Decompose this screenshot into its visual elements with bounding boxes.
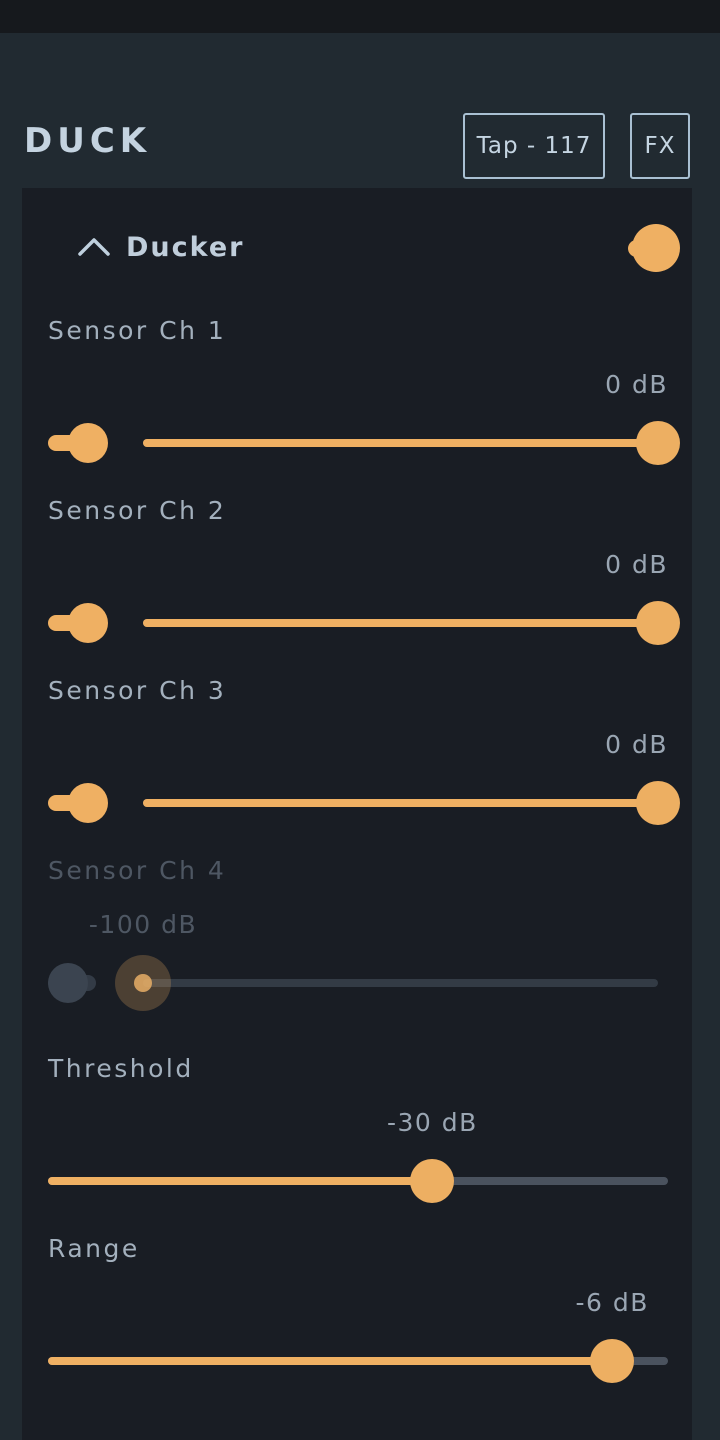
parameter-row: Sensor Ch 2 0 dB bbox=[22, 496, 692, 656]
slider-thumb[interactable] bbox=[636, 781, 680, 825]
toggle-knob bbox=[68, 783, 108, 823]
parameter-row: Sensor Ch 3 0 dB bbox=[22, 676, 692, 836]
slider-thumb[interactable] bbox=[410, 1159, 455, 1203]
slider-fill bbox=[143, 799, 658, 807]
parameter-label: Sensor Ch 4 bbox=[48, 856, 227, 885]
parameter-slider[interactable] bbox=[143, 600, 680, 646]
section-title: Ducker bbox=[126, 232, 245, 263]
app-header: DUCK Tap - 117 FX bbox=[0, 33, 720, 188]
tap-tempo-button[interactable]: Tap - 117 bbox=[463, 113, 605, 179]
parameter-slider[interactable] bbox=[143, 420, 680, 466]
parameter-slider[interactable] bbox=[115, 955, 658, 1011]
toggle-knob bbox=[632, 224, 680, 272]
parameter-label: Range bbox=[48, 1234, 140, 1263]
page-title: DUCK bbox=[24, 121, 152, 161]
channel-enable-toggle[interactable] bbox=[48, 776, 118, 830]
slider-thumb[interactable] bbox=[636, 601, 680, 645]
slider-fill bbox=[143, 619, 658, 627]
slider-fill bbox=[48, 1357, 613, 1365]
parameter-label: Sensor Ch 3 bbox=[48, 676, 227, 705]
parameter-row: Range -6 dB bbox=[22, 1234, 692, 1394]
parameter-value: 0 dB bbox=[605, 550, 668, 579]
section-header: Ducker bbox=[22, 188, 692, 316]
parameter-label: Sensor Ch 2 bbox=[48, 496, 227, 525]
ducker-panel: Ducker Sensor Ch 10 dB Sensor Ch 20 dB Sen… bbox=[22, 188, 692, 1440]
parameter-row: Sensor Ch 1 0 dB bbox=[22, 316, 692, 476]
parameter-label: Threshold bbox=[48, 1054, 194, 1083]
channel-enable-toggle[interactable] bbox=[48, 956, 118, 1010]
fx-button[interactable]: FX bbox=[630, 113, 690, 179]
toggle-knob bbox=[48, 963, 88, 1003]
slider-fill bbox=[143, 439, 658, 447]
chevron-up-icon[interactable] bbox=[70, 224, 118, 272]
slider-fill bbox=[48, 1177, 433, 1185]
slider-track bbox=[143, 979, 658, 987]
app-root: DUCK Tap - 117 FX Ducker Sensor Ch 1 0 dB… bbox=[0, 0, 720, 1440]
parameter-row: Sensor Ch 4 -100 dB bbox=[22, 856, 692, 1016]
parameter-value: -6 dB bbox=[575, 1288, 649, 1317]
toggle-knob bbox=[68, 423, 108, 463]
channel-enable-toggle[interactable] bbox=[48, 416, 118, 470]
parameter-label: Sensor Ch 1 bbox=[48, 316, 227, 345]
channel-enable-toggle[interactable] bbox=[48, 596, 118, 650]
parameter-slider[interactable] bbox=[48, 1158, 668, 1204]
parameter-slider[interactable] bbox=[143, 780, 680, 826]
slider-thumb[interactable] bbox=[590, 1339, 635, 1383]
status-bar bbox=[0, 0, 720, 33]
parameter-value: -30 dB bbox=[386, 1108, 478, 1137]
parameter-value: 0 dB bbox=[605, 730, 668, 759]
toggle-knob bbox=[68, 603, 108, 643]
parameter-slider[interactable] bbox=[48, 1338, 668, 1384]
parameter-value: 0 dB bbox=[605, 370, 668, 399]
ducker-enable-toggle[interactable] bbox=[610, 216, 680, 280]
parameter-row: Threshold -30 dB bbox=[22, 1054, 692, 1214]
slider-thumb[interactable] bbox=[115, 955, 171, 1011]
parameter-value: -100 dB bbox=[88, 910, 198, 939]
slider-thumb[interactable] bbox=[636, 421, 680, 465]
